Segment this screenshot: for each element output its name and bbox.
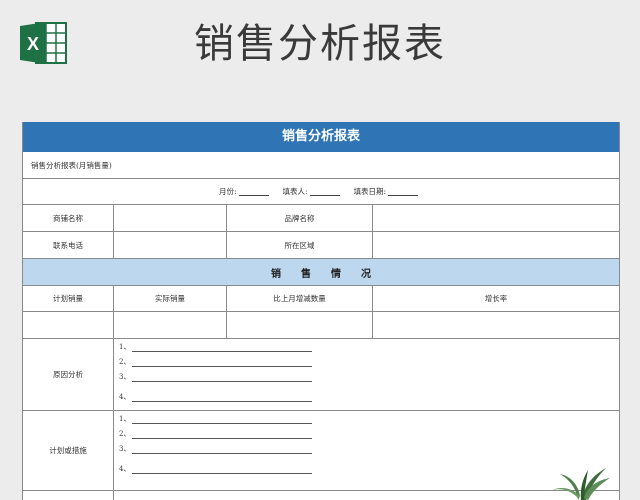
plan-measures-row: 计划或措施 1、 2、 3、 4、: [23, 411, 619, 491]
line-rule: [132, 432, 313, 439]
sales-section-band: 销售情况: [23, 259, 619, 286]
growth-rate-value[interactable]: [372, 312, 619, 338]
store-name-value[interactable]: [113, 205, 226, 231]
page-title: 销售分析报表: [194, 21, 446, 67]
subtitle-row: 销售分析报表(月销售量): [23, 152, 619, 179]
spreadsheet: 销售分析报表 销售分析报表(月销售量) 月份: 填表人: 填表日期: 商铺名称 …: [22, 122, 620, 500]
sheet-header: 销售分析报表: [23, 122, 619, 152]
store-row: 商铺名称 品牌名称: [23, 205, 619, 232]
brand-name-value[interactable]: [372, 205, 619, 231]
bottom-cell: [113, 491, 619, 500]
section-title: 销售情况: [271, 268, 391, 280]
plan-line-4[interactable]: 4、: [119, 464, 313, 474]
line-number: 1、: [119, 415, 131, 423]
month-label: 月份:: [219, 187, 237, 196]
line-rule: [132, 395, 313, 402]
line-rule: [132, 375, 313, 382]
planned-sales-value[interactable]: [23, 312, 113, 338]
line-rule: [132, 345, 313, 352]
phone-row: 联系电话 所在区域: [23, 232, 619, 259]
meta-row: 月份: 填表人: 填表日期:: [23, 179, 619, 205]
line-number: 3、: [119, 373, 131, 381]
line-rule: [132, 417, 313, 424]
bottom-row: [23, 491, 619, 500]
reason-line-3[interactable]: 3、: [119, 372, 313, 382]
plant-decoration-icon: [552, 468, 610, 500]
columns-header-row: 计划销量 实际销量 比上月增减数量 增长率: [23, 286, 619, 312]
line-rule: [132, 467, 313, 474]
reason-label: 原因分析: [53, 370, 83, 379]
reason-analysis-row: 原因分析 1、 2、 3、 4、: [23, 339, 619, 411]
filler-blank[interactable]: [309, 187, 340, 196]
region-label: 所在区域: [226, 232, 372, 258]
line-number: 1、: [119, 343, 131, 351]
mom-change-value[interactable]: [226, 312, 372, 338]
reason-line-4[interactable]: 4、: [119, 392, 313, 402]
plan-line-3[interactable]: 3、: [119, 444, 313, 454]
actual-sales-value[interactable]: [113, 312, 226, 338]
line-number: 2、: [119, 430, 131, 438]
col-planned-sales: 计划销量: [53, 294, 83, 303]
plan-label: 计划或措施: [49, 446, 87, 455]
reason-line-2[interactable]: 2、: [119, 357, 313, 367]
data-row: [23, 312, 619, 339]
plan-lines: 1、 2、 3、 4、: [119, 411, 619, 490]
filler-label: 填表人:: [282, 187, 308, 196]
col-growth-rate: 增长率: [372, 286, 619, 311]
line-number: 2、: [119, 358, 131, 366]
line-number: 4、: [119, 465, 131, 473]
line-number: 3、: [119, 445, 131, 453]
phone-label: 联系电话: [53, 240, 83, 250]
reason-lines: 1、 2、 3、 4、: [119, 339, 619, 410]
month-blank[interactable]: [238, 187, 269, 196]
brand-name-label: 品牌名称: [226, 205, 372, 231]
date-blank[interactable]: [388, 187, 419, 196]
plan-line-2[interactable]: 2、: [119, 429, 313, 439]
region-value[interactable]: [372, 232, 619, 258]
plan-line-1[interactable]: 1、: [119, 414, 313, 424]
col-mom-change: 比上月增减数量: [226, 286, 372, 311]
sheet-subtitle: 销售分析报表(月销售量): [31, 160, 112, 170]
reason-line-1[interactable]: 1、: [119, 342, 313, 352]
line-number: 4、: [119, 393, 131, 401]
store-name-label: 商铺名称: [53, 213, 83, 223]
line-rule: [132, 447, 313, 454]
date-label: 填表日期:: [353, 187, 387, 196]
line-rule: [132, 360, 313, 367]
phone-value[interactable]: [113, 232, 226, 258]
col-actual-sales: 实际销量: [113, 286, 226, 311]
meta-fields: 月份: 填表人: 填表日期:: [219, 179, 619, 204]
